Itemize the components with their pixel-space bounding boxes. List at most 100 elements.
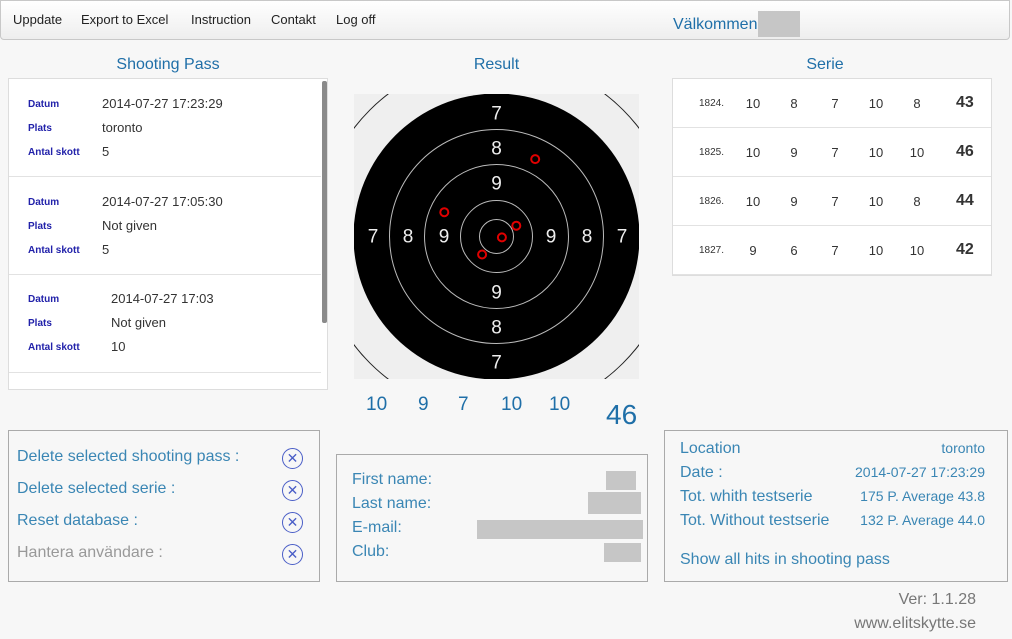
serie-value: 7 <box>831 145 839 160</box>
reset-database-link[interactable]: Reset database : <box>17 512 138 530</box>
actions-panel: Delete selected shooting pass : ✕ Delete… <box>8 430 320 582</box>
serie-id: 1826. <box>699 196 725 207</box>
ring-label-right-8: 8 <box>582 227 593 248</box>
menu-bar: Uppdate Export to Excel Instruction Cont… <box>0 0 1010 40</box>
ring-label-bottom-8: 8 <box>491 318 502 339</box>
serie-value: 8 <box>790 96 798 111</box>
serie-value: 9 <box>790 194 798 209</box>
ring-label-left-8: 8 <box>403 227 414 248</box>
serie-row[interactable]: 1827. 9 6 7 10 10 42 <box>673 226 991 275</box>
welcome-text: Välkommen <box>673 16 758 33</box>
serie-value: 10 <box>909 145 925 160</box>
antal-skott-value: 5 <box>102 242 110 257</box>
serie-value: 10 <box>745 194 761 209</box>
shooting-pass-title: Shooting Pass <box>116 56 220 73</box>
first-name-label: First name: <box>352 471 433 488</box>
datum-value: 2014-07-27 17:05:30 <box>102 194 223 209</box>
serie-value: 10 <box>745 96 761 111</box>
menu-contact[interactable]: Contakt <box>271 12 316 27</box>
shooting-pass-item[interactable]: Datum 2014-07-27 17:23:29 Plats toronto … <box>9 79 321 177</box>
serie-value: 10 <box>868 96 884 111</box>
serie-id: 1827. <box>699 245 725 256</box>
serie-value: 10 <box>868 243 884 258</box>
show-all-hits-link[interactable]: Show all hits in shooting pass <box>680 551 890 569</box>
last-name-redacted <box>588 492 641 514</box>
serie-title: Serie <box>806 56 844 73</box>
serie-value: 7 <box>831 243 839 258</box>
serie-value: 9 <box>749 243 757 258</box>
datum-label: Datum <box>28 197 60 208</box>
shot-value: 7 <box>458 394 469 415</box>
total-with-testserie-label: Tot. whith testserie <box>680 488 813 505</box>
shooting-pass-item[interactable]: Datum 2014-07-27 17:05:30 Plats Not give… <box>9 177 321 275</box>
email-label: E-mail: <box>352 519 402 536</box>
plats-label: Plats <box>28 318 52 329</box>
user-info-panel: First name: Last name: E-mail: Club: <box>336 454 648 582</box>
manage-users-button[interactable]: ✕ <box>282 544 303 565</box>
antal-skott-value: 10 <box>111 339 126 354</box>
delete-shooting-pass-link[interactable]: Delete selected shooting pass : <box>17 448 239 466</box>
website-link[interactable]: www.elitskytte.se <box>854 615 976 633</box>
list-scrollbar[interactable] <box>322 81 327 323</box>
delete-serie-link[interactable]: Delete selected serie : <box>17 480 175 498</box>
manage-users-link[interactable]: Hantera användare : <box>17 544 163 562</box>
serie-row[interactable]: 1824. 10 8 7 10 8 43 <box>673 79 991 128</box>
serie-value: 7 <box>831 96 839 111</box>
reset-database-button[interactable]: ✕ <box>282 512 303 533</box>
date-value: 2014-07-27 17:23:29 <box>855 464 985 480</box>
antal-skott-label: Antal skott <box>28 147 80 158</box>
serie-row[interactable]: 1825. 10 9 7 10 10 46 <box>673 128 991 177</box>
username-redacted <box>758 11 800 37</box>
serie-row[interactable]: 1826. 10 9 7 10 8 44 <box>673 177 991 226</box>
target-canvas: 7 8 9 9 8 7 7 8 9 9 8 7 <box>354 94 639 379</box>
plats-label: Plats <box>28 221 52 232</box>
ring-label-right-9: 9 <box>546 227 557 248</box>
result-title: Result <box>473 56 520 73</box>
serie-value: 8 <box>913 96 921 111</box>
menu-update[interactable]: Uppdate <box>13 12 62 27</box>
last-name-label: Last name: <box>352 495 432 512</box>
datum-value: 2014-07-27 17:03 <box>111 291 214 306</box>
location-label: Location <box>680 440 741 457</box>
serie-sum: 46 <box>956 143 974 160</box>
serie-value: 9 <box>790 145 798 160</box>
ring-label-right-7: 7 <box>617 227 628 248</box>
pass-summary-panel: Location toronto Date : 2014-07-27 17:23… <box>664 430 1008 582</box>
target-svg: 7 8 9 9 8 7 7 8 9 9 8 7 <box>354 94 639 379</box>
serie-value: 6 <box>790 243 798 258</box>
email-redacted <box>477 520 643 539</box>
first-name-redacted <box>606 471 636 490</box>
ring-label-left-7: 7 <box>368 227 379 248</box>
serie-value: 7 <box>831 194 839 209</box>
ring-label-top-8: 8 <box>491 139 502 160</box>
plats-label: Plats <box>28 123 52 134</box>
serie-sum: 42 <box>956 241 974 258</box>
menu-instruction[interactable]: Instruction <box>191 12 251 27</box>
club-redacted <box>604 543 641 562</box>
datum-label: Datum <box>28 99 60 110</box>
total-without-testserie-label: Tot. Without testserie <box>680 512 830 529</box>
shooting-pass-item[interactable]: Datum 2014-07-27 17:03 Plats Not given A… <box>9 275 321 373</box>
serie-table: 1824. 10 8 7 10 8 43 1825. 10 9 7 10 10 … <box>672 78 992 276</box>
result-total: 46 <box>606 399 638 430</box>
shot-value: 9 <box>418 394 429 415</box>
serie-value: 10 <box>909 243 925 258</box>
ring-label-bottom-7: 7 <box>491 353 502 374</box>
datum-label: Datum <box>28 294 60 305</box>
menu-export-excel[interactable]: Export to Excel <box>81 12 168 27</box>
serie-id: 1824. <box>699 98 725 109</box>
ring-label-left-9: 9 <box>439 227 450 248</box>
serie-value: 10 <box>745 145 761 160</box>
plats-value: Not given <box>102 218 157 233</box>
serie-value: 10 <box>868 194 884 209</box>
total-without-testserie-value: 132 P. Average 44.0 <box>860 512 985 528</box>
menu-log-off[interactable]: Log off <box>336 12 376 27</box>
shot-value: 10 <box>501 394 523 415</box>
date-label: Date : <box>680 464 723 481</box>
location-value: toronto <box>941 440 985 456</box>
shooting-pass-list: Datum 2014-07-27 17:23:29 Plats toronto … <box>8 78 328 390</box>
ring-label-bottom-9: 9 <box>491 283 502 304</box>
delete-serie-button[interactable]: ✕ <box>282 480 303 501</box>
serie-sum: 44 <box>956 192 974 209</box>
delete-shooting-pass-button[interactable]: ✕ <box>282 448 303 469</box>
